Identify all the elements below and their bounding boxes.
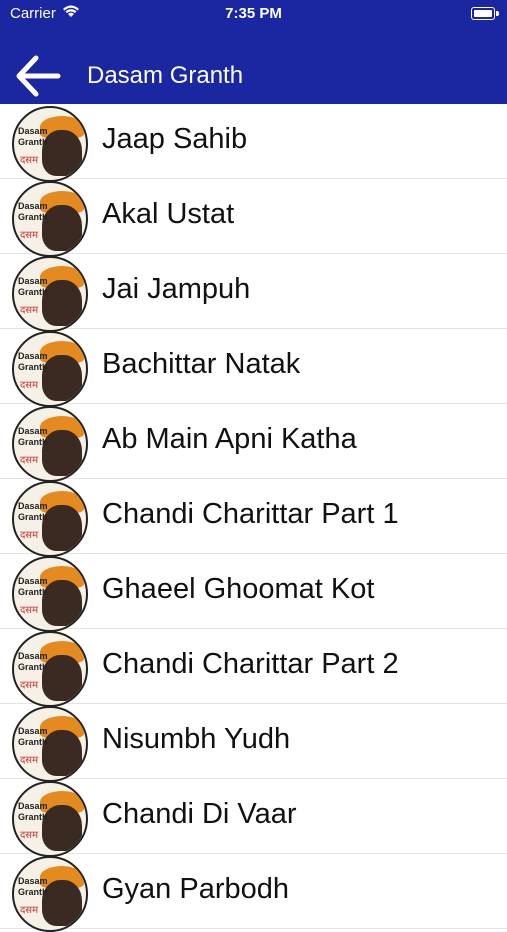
avatar-text: Dasam xyxy=(18,501,48,511)
list-item[interactable]: Dasam Granth दसम Chandi Charittar Part 1 xyxy=(0,479,507,557)
avatar-text: Granth xyxy=(18,287,48,297)
dasam-granth-avatar-icon: Dasam Granth दसम xyxy=(12,631,88,707)
list-item[interactable]: Dasam Granth दसम Chandi Di Vaar xyxy=(0,779,507,857)
list-item[interactable]: Dasam Granth दसम Akal Ustat xyxy=(0,179,507,257)
list-item-label: Chandi Di Vaar xyxy=(102,798,297,830)
list-item-label: Chandi Charittar Part 1 xyxy=(102,498,399,530)
avatar-text: Dasam xyxy=(18,276,48,286)
avatar-text: Granth xyxy=(18,212,48,222)
list-item-label: Nisumbh Yudh xyxy=(102,723,291,755)
list-item[interactable]: Dasam Granth दसम Ab Main Apni Katha xyxy=(0,404,507,482)
avatar-text: Dasam xyxy=(18,576,48,586)
avatar-text: Granth xyxy=(18,887,48,897)
list-item-label: Jai Jampuh xyxy=(102,273,251,305)
avatar-text: Granth xyxy=(18,362,48,372)
avatar-text: दसम xyxy=(20,755,39,766)
avatar-text: Granth xyxy=(18,437,48,447)
list-item-label: Bachittar Natak xyxy=(102,348,301,380)
avatar-text: Granth xyxy=(18,737,48,747)
avatar-text: दसम xyxy=(20,380,39,391)
avatar-text: दसम xyxy=(20,230,39,241)
dasam-granth-avatar-icon: Dasam Granth दसम xyxy=(12,331,88,407)
avatar-text: Dasam xyxy=(18,651,48,661)
list-item[interactable]: Dasam Granth दसम Chandi Charittar Part 2 xyxy=(0,629,507,707)
avatar-text: दसम xyxy=(20,455,39,466)
avatar-text: दसम xyxy=(20,530,39,541)
avatar-text: Dasam xyxy=(18,426,48,436)
avatar-text: दसम xyxy=(20,305,39,316)
list-item-label: Ab Main Apni Katha xyxy=(102,423,357,455)
avatar-text: Dasam xyxy=(18,201,48,211)
back-button[interactable] xyxy=(14,54,62,98)
list-item-label: Chandi Charittar Part 2 xyxy=(102,648,399,680)
avatar-text: Granth xyxy=(18,137,48,147)
avatar-text: Dasam xyxy=(18,876,48,886)
avatar-text: Granth xyxy=(18,812,48,822)
dasam-granth-avatar-icon: Dasam Granth दसम xyxy=(12,181,88,257)
status-bar: Carrier 7:35 PM xyxy=(0,0,507,28)
avatar-text: Dasam xyxy=(18,126,48,136)
list-item-label: Gyan Parbodh xyxy=(102,873,290,905)
avatar-text: दसम xyxy=(20,905,39,916)
list-item[interactable]: Dasam Granth दसम Nisumbh Yudh xyxy=(0,704,507,782)
avatar-text: Dasam xyxy=(18,351,48,361)
list-item[interactable]: Dasam Granth दसम Jai Jampuh xyxy=(0,254,507,332)
list-item[interactable]: Dasam Granth दसम Gyan Parbodh xyxy=(0,854,507,932)
avatar-text: दसम xyxy=(20,605,39,616)
nav-bar: Carrier 7:35 PM Dasam Granth xyxy=(0,0,507,104)
dasam-granth-avatar-icon: Dasam Granth दसम xyxy=(12,781,88,857)
dasam-granth-avatar-icon: Dasam Granth दसम xyxy=(12,106,88,182)
battery-icon xyxy=(471,7,499,20)
avatar-text: दसम xyxy=(20,680,39,691)
dasam-granth-avatar-icon: Dasam Granth दसम xyxy=(12,856,88,932)
avatar-text: Dasam xyxy=(18,726,48,736)
clock: 7:35 PM xyxy=(225,5,282,22)
page-title: Dasam Granth xyxy=(87,62,244,89)
avatar-text: Granth xyxy=(18,587,48,597)
dasam-granth-avatar-icon: Dasam Granth दसम xyxy=(12,256,88,332)
avatar-text: दसम xyxy=(20,155,39,166)
dasam-granth-avatar-icon: Dasam Granth दसम xyxy=(12,706,88,782)
avatar-text: Dasam xyxy=(18,801,48,811)
list-item[interactable]: Dasam Granth दसम Jaap Sahib xyxy=(0,104,507,182)
chapter-list: Dasam Granth दसम Jaap Sahib Dasam Granth दसम Ak… xyxy=(0,104,507,932)
list-item-label: Ghaeel Ghoomat Kot xyxy=(102,573,375,605)
list-item-label: Jaap Sahib xyxy=(102,123,248,155)
list-item[interactable]: Dasam Granth दसम Ghaeel Ghoomat Kot xyxy=(0,554,507,632)
list-item-label: Akal Ustat xyxy=(102,198,235,230)
list-item[interactable]: Dasam Granth दसम Bachittar Natak xyxy=(0,329,507,407)
avatar-text: Granth xyxy=(18,512,48,522)
dasam-granth-avatar-icon: Dasam Granth दसम xyxy=(12,556,88,632)
avatar-text: दसम xyxy=(20,830,39,841)
dasam-granth-avatar-icon: Dasam Granth दसम xyxy=(12,406,88,482)
dasam-granth-avatar-icon: Dasam Granth दसम xyxy=(12,481,88,557)
back-arrow-icon xyxy=(16,55,61,97)
avatar-text: Granth xyxy=(18,662,48,672)
